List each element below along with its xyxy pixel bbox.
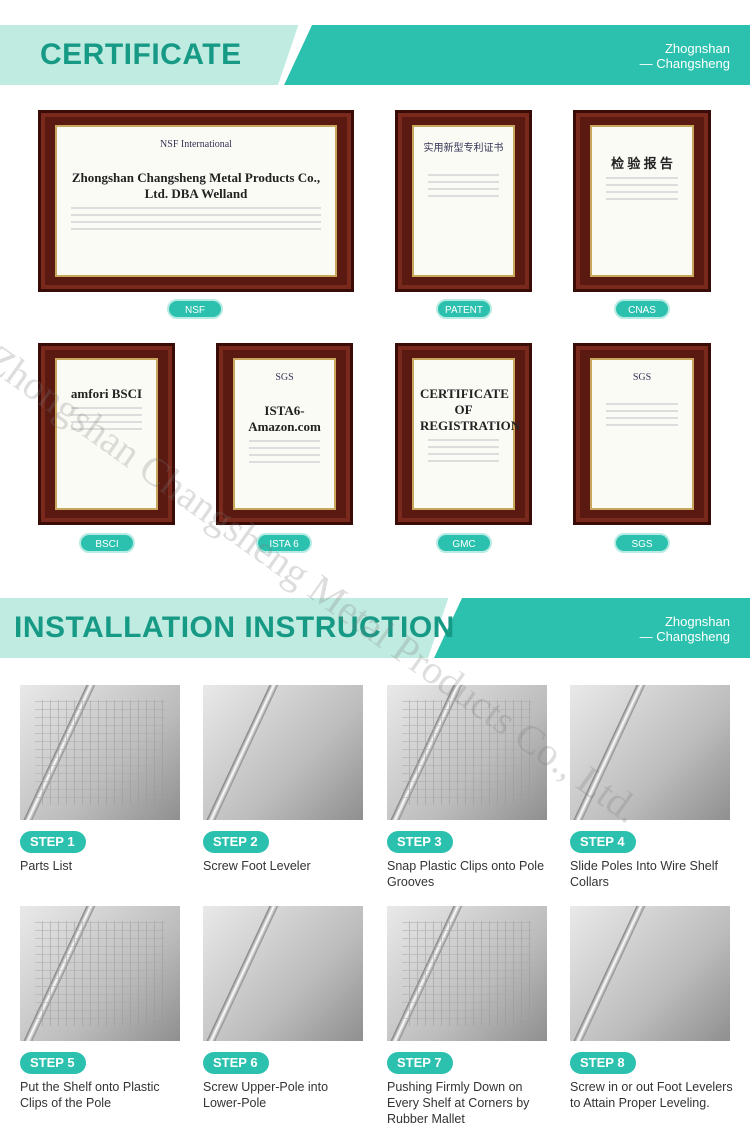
step-badge: STEP 5 [20, 1052, 86, 1074]
step-badge: STEP 1 [20, 831, 86, 853]
step-description: Screw Upper-Pole into Lower-Pole [203, 1080, 329, 1110]
certificate-frame: NSF International Zhongshan Changsheng Me… [38, 110, 354, 292]
step-badge: STEP 4 [570, 831, 636, 853]
certificate-frame: SGS ISTA6-Amazon.com [216, 343, 353, 525]
installation-banner: INSTALLATION INSTRUCTION Zhognshan — Chan… [0, 598, 750, 658]
step-badge: STEP 2 [203, 831, 269, 853]
step-description: Screw in or out Foot Levelers to Attain … [570, 1080, 733, 1110]
step-badge: STEP 6 [203, 1052, 269, 1074]
certificate-frame: CERTIFICATE OF REGISTRATION [395, 343, 532, 525]
step-description: Snap Plastic Clips onto Pole Grooves [387, 859, 545, 889]
certificate-label: ISTA 6 [256, 533, 312, 553]
step-description: Put the Shelf onto Plastic Clips of the … [20, 1080, 160, 1110]
section-title: CERTIFICATE [40, 38, 242, 71]
certificate-frame: amfori BSCI [38, 343, 175, 525]
certificate-frame: SGS [573, 343, 711, 525]
step-badge: STEP 3 [387, 831, 453, 853]
step-description: Screw Foot Leveler [203, 859, 311, 873]
step-description: Pushing Firmly Down on Every Shelf at Co… [387, 1080, 530, 1126]
certificate-frame: 检 验 报 告 [573, 110, 711, 292]
step-photo [387, 685, 547, 820]
certificate-label: GMC [436, 533, 492, 553]
step-description: Slide Poles Into Wire Shelf Collars [570, 859, 718, 889]
certificate-banner: CERTIFICATE Zhognshan — Changsheng [0, 25, 750, 85]
certificate-frame: 实用新型专利证书 [395, 110, 532, 292]
certificate-label: CNAS [614, 299, 670, 319]
certificate-label: SGS [614, 533, 670, 553]
section-title: INSTALLATION INSTRUCTION [14, 611, 455, 644]
step-photo [570, 685, 730, 820]
certificate-label: NSF [167, 299, 223, 319]
step-photo [20, 685, 180, 820]
step-photo [570, 906, 730, 1041]
certificate-label: BSCI [79, 533, 135, 553]
step-badge: STEP 7 [387, 1052, 453, 1074]
step-photo [20, 906, 180, 1041]
brand: Zhognshan — Changsheng [639, 41, 730, 71]
step-description: Parts List [20, 859, 73, 873]
step-photo [387, 906, 547, 1041]
certificate-label: PATENT [436, 299, 492, 319]
step-badge: STEP 8 [570, 1052, 636, 1074]
step-photo [203, 906, 363, 1041]
step-photo [203, 685, 363, 820]
brand: Zhognshan — Changsheng [639, 614, 730, 644]
